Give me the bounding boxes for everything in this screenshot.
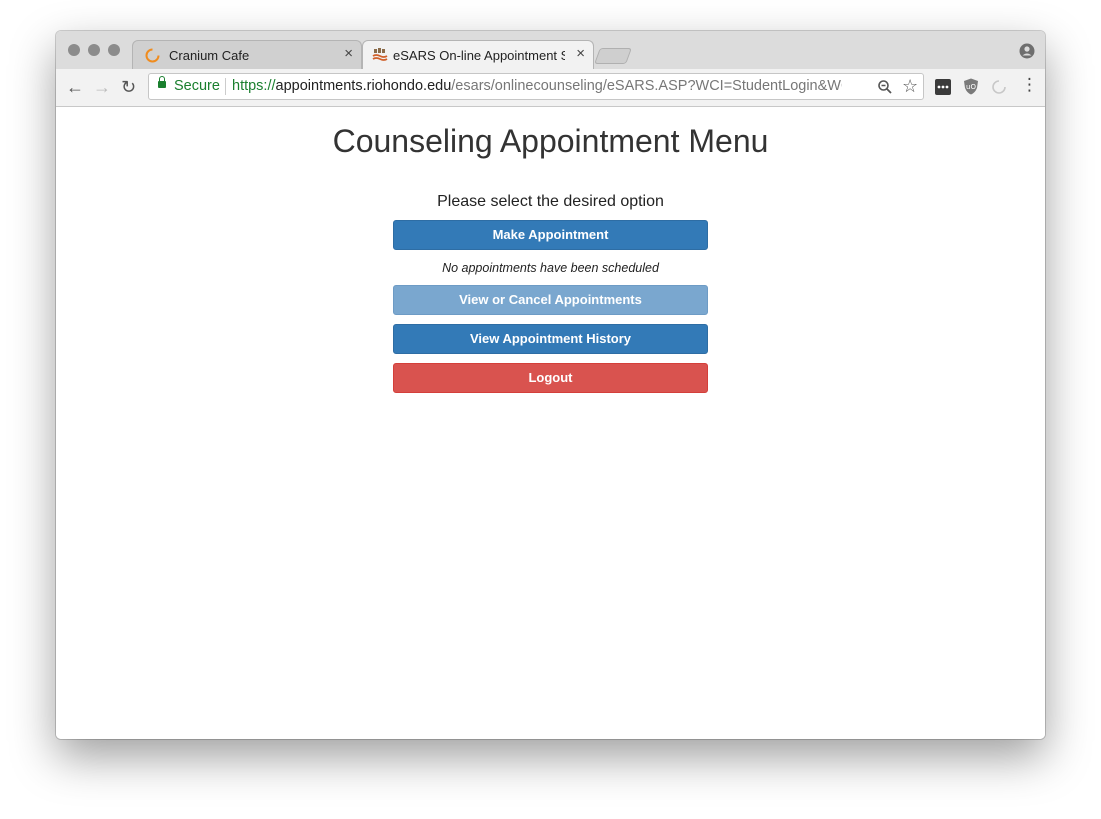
forward-arrow-icon[interactable]: → xyxy=(93,77,111,97)
lock-icon xyxy=(158,76,166,88)
url-text[interactable]: https://appointments.riohondo.edu/esars/… xyxy=(232,78,842,94)
tab-title: Cranium Cafe xyxy=(169,48,250,63)
loading-spinner-icon xyxy=(145,48,160,63)
url-path: /esars/onlinecounseling/eSARS.ASP?WCI=St… xyxy=(451,78,842,94)
url-host: appointments.riohondo.edu xyxy=(275,78,452,94)
zoom-icon[interactable] xyxy=(877,79,893,95)
extension-ublock-icon[interactable]: uO xyxy=(963,78,979,95)
minimize-window-button[interactable] xyxy=(88,44,100,56)
option-prompt: Please select the desired option xyxy=(437,193,664,210)
browser-window: Cranium Cafe × eSARS On-line Appointment… xyxy=(56,31,1045,739)
close-window-button[interactable] xyxy=(68,44,80,56)
address-divider xyxy=(225,78,226,95)
menu-kebab-icon[interactable]: ⋮ xyxy=(1021,76,1038,94)
secure-label: Secure xyxy=(174,78,220,94)
appointments-status-note: No appointments have been scheduled xyxy=(442,261,659,275)
back-arrow-icon[interactable]: ← xyxy=(66,77,84,97)
tab-strip: Cranium Cafe × eSARS On-line Appointment… xyxy=(56,31,1045,69)
make-appointment-button[interactable]: Make Appointment xyxy=(393,220,708,250)
zoom-window-button[interactable] xyxy=(108,44,120,56)
close-tab-icon[interactable]: × xyxy=(344,46,353,62)
view-cancel-appointments-button[interactable]: View or Cancel Appointments xyxy=(393,285,708,315)
page-content: Counseling Appointment Menu Please selec… xyxy=(56,107,1045,739)
extension-lastpass-icon[interactable] xyxy=(935,79,951,95)
esars-favicon xyxy=(372,48,388,61)
browser-toolbar: ← → ↻ Secure https://appointments.riohon… xyxy=(56,69,1045,107)
logout-button[interactable]: Logout xyxy=(393,363,708,393)
close-tab-icon[interactable]: × xyxy=(576,46,585,62)
reload-icon[interactable]: ↻ xyxy=(121,77,136,97)
tab-cranium-cafe[interactable]: Cranium Cafe × xyxy=(132,40,362,69)
view-appointment-history-button[interactable]: View Appointment History xyxy=(393,324,708,354)
url-scheme: https:// xyxy=(232,78,276,94)
extension-loading-icon[interactable] xyxy=(991,79,1007,95)
tab-title: eSARS On-line Appointment S xyxy=(393,48,565,63)
bookmark-star-icon[interactable]: ☆ xyxy=(902,76,918,97)
new-tab-button[interactable] xyxy=(594,48,632,64)
profile-icon[interactable] xyxy=(1019,43,1035,59)
svg-text:uO: uO xyxy=(966,83,976,91)
tab-esars[interactable]: eSARS On-line Appointment S × xyxy=(362,40,594,69)
address-bar[interactable]: Secure https://appointments.riohondo.edu… xyxy=(148,73,924,100)
page-title: Counseling Appointment Menu xyxy=(332,123,769,159)
